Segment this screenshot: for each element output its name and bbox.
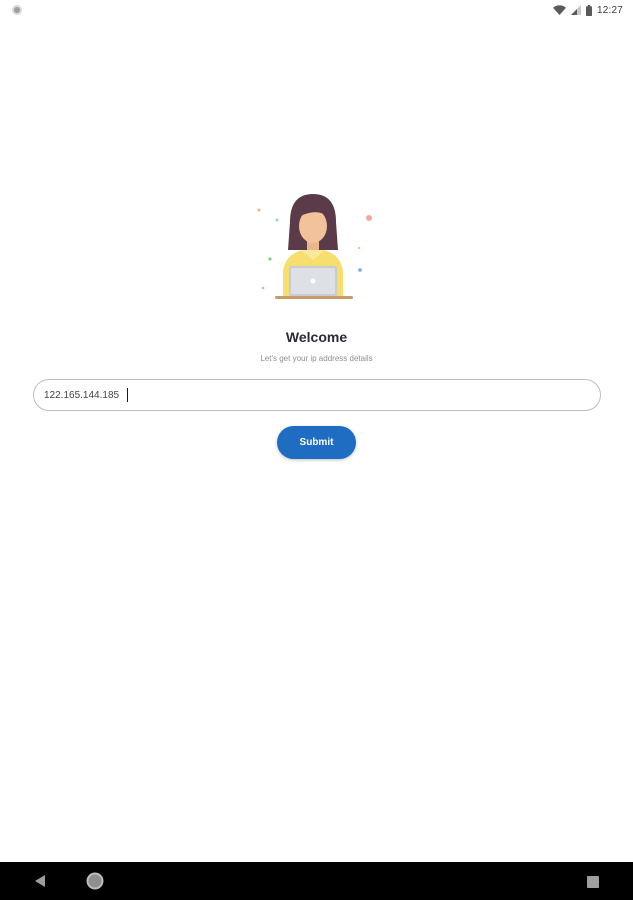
ip-address-input[interactable] [33, 379, 601, 411]
status-time: 12:27 [596, 4, 623, 16]
navigation-bar [0, 862, 633, 900]
home-icon[interactable] [85, 871, 105, 891]
woman-with-laptop-illustration [243, 190, 383, 302]
notification-icon [12, 5, 22, 15]
battery-icon [585, 4, 592, 16]
app-screen: 12:27 Welcome Let's get your ip address … [0, 0, 633, 900]
text-cursor [127, 388, 128, 402]
submit-button[interactable]: Submit [277, 426, 356, 459]
status-icons: 12:27 [552, 4, 623, 16]
wifi-icon [552, 5, 566, 15]
welcome-title: Welcome [285, 329, 348, 345]
recents-icon[interactable] [587, 875, 599, 888]
back-icon[interactable] [32, 873, 48, 889]
welcome-subtitle: Let's get your ip address details [260, 354, 373, 363]
cellular-signal-icon [570, 5, 581, 15]
status-bar: 12:27 [0, 0, 633, 20]
